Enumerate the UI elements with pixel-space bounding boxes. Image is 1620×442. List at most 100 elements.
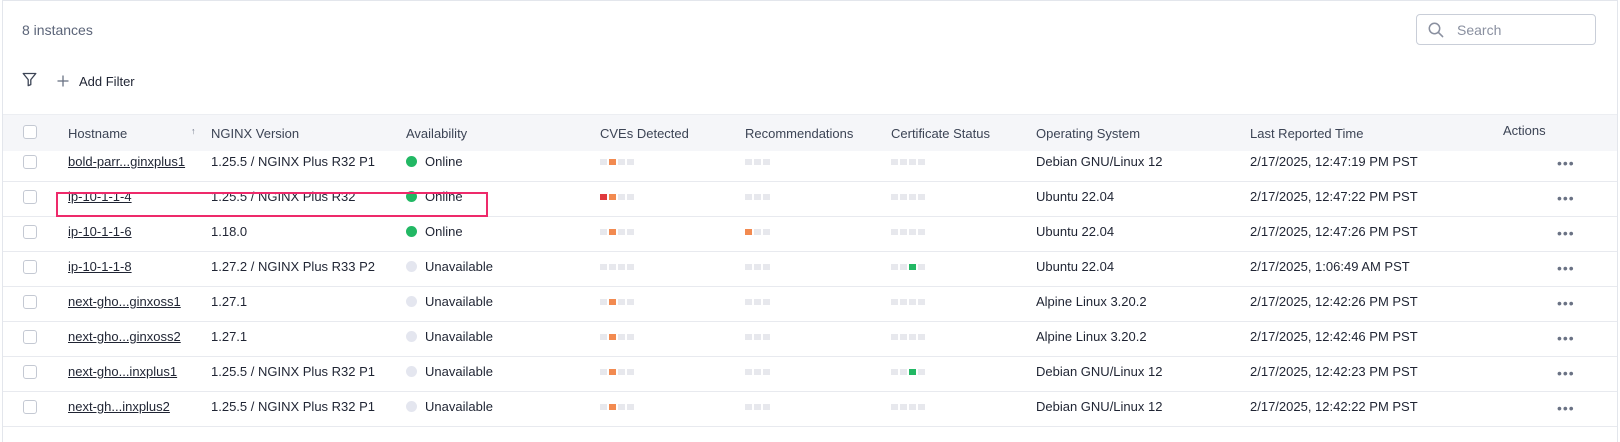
operating-system: Ubuntu 22.04	[1036, 259, 1115, 274]
certificate-status-indicator-segment	[891, 334, 898, 340]
more-actions-icon[interactable]: •••	[1557, 260, 1575, 276]
more-actions-icon[interactable]: •••	[1557, 295, 1575, 311]
row-checkbox[interactable]	[23, 155, 37, 169]
cve-indicator-segment	[627, 159, 634, 165]
recommendations-indicator	[745, 194, 770, 200]
recommendations-indicator-segment	[754, 264, 761, 270]
cve-indicator-segment	[609, 229, 616, 235]
recommendations-indicator-segment	[745, 334, 752, 340]
add-filter-label: Add Filter	[79, 73, 135, 89]
recommendations-indicator-segment	[763, 404, 770, 410]
cve-indicator-segment	[609, 299, 616, 305]
recommendations-indicator-segment	[763, 229, 770, 235]
column-hostname[interactable]: Hostname	[68, 126, 127, 141]
certificate-status-indicator-segment	[909, 299, 916, 305]
column-cves[interactable]: CVEs Detected	[600, 126, 689, 141]
certificate-status-indicator-segment	[918, 404, 925, 410]
certificate-status-indicator	[891, 334, 925, 340]
add-filter-button[interactable]: Add Filter	[56, 72, 135, 90]
table-row: next-gho...inxplus1 1.25.5 / NGINX Plus R…	[3, 355, 1617, 392]
search-input[interactable]	[1457, 15, 1587, 44]
recommendations-indicator-segment	[763, 264, 770, 270]
column-certificate-status[interactable]: Certificate Status	[891, 126, 990, 141]
hostname-link[interactable]: ip-10-1-1-6	[68, 224, 132, 239]
cve-indicator-segment	[609, 404, 616, 410]
column-operating-system[interactable]: Operating System	[1036, 126, 1140, 141]
row-checkbox[interactable]	[23, 400, 37, 414]
row-checkbox[interactable]	[23, 225, 37, 239]
row-checkbox[interactable]	[23, 260, 37, 274]
table-row: bold-parr...ginxplus1 1.25.5 / NGINX Plus…	[3, 145, 1617, 182]
cve-indicator-segment	[627, 334, 634, 340]
certificate-status-indicator-segment	[918, 334, 925, 340]
availability-status-icon	[406, 366, 417, 377]
more-actions-icon[interactable]: •••	[1557, 155, 1575, 171]
filter-icon[interactable]	[22, 72, 37, 87]
sort-ascending-icon[interactable]: ↑	[191, 126, 196, 136]
row-checkbox[interactable]	[23, 295, 37, 309]
more-actions-icon[interactable]: •••	[1557, 400, 1575, 416]
more-actions-icon[interactable]: •••	[1557, 225, 1575, 241]
certificate-status-indicator-segment	[891, 404, 898, 410]
more-actions-icon[interactable]: •••	[1557, 190, 1575, 206]
cve-indicator-segment	[609, 194, 616, 200]
cve-indicator-segment	[609, 159, 616, 165]
more-actions-icon[interactable]: •••	[1557, 330, 1575, 346]
instance-count: 8 instances	[22, 22, 93, 38]
operating-system: Alpine Linux 3.20.2	[1036, 294, 1147, 309]
more-actions-icon[interactable]: •••	[1557, 365, 1575, 381]
cve-indicator	[600, 334, 634, 340]
hostname-link[interactable]: next-gho...ginxoss2	[68, 329, 181, 344]
last-reported-time: 2/17/2025, 12:42:26 PM PST	[1250, 294, 1418, 309]
nginx-version: 1.25.5 / NGINX Plus R32 P1	[211, 364, 376, 379]
table-row: next-gho...ginxoss1 1.27.1 Unavailable Alpi…	[3, 285, 1617, 322]
certificate-status-indicator-segment	[900, 404, 907, 410]
row-checkbox[interactable]	[23, 190, 37, 204]
column-last-reported-time[interactable]: Last Reported Time	[1250, 126, 1363, 141]
hostname-link[interactable]: ip-10-1-1-8	[68, 259, 132, 274]
recommendations-indicator-segment	[754, 194, 761, 200]
certificate-status-indicator-segment	[900, 299, 907, 305]
hostname-link[interactable]: bold-parr...ginxplus1	[68, 154, 185, 169]
search-box[interactable]	[1416, 14, 1596, 45]
cve-indicator-segment	[600, 194, 607, 200]
cve-indicator-segment	[600, 404, 607, 410]
last-reported-time: 2/17/2025, 12:42:46 PM PST	[1250, 329, 1418, 344]
availability-status-icon	[406, 331, 417, 342]
nginx-version: 1.27.1	[211, 294, 248, 309]
search-icon	[1428, 22, 1444, 38]
certificate-status-indicator-segment	[918, 159, 925, 165]
column-recommendations[interactable]: Recommendations	[745, 126, 853, 141]
recommendations-indicator-segment	[763, 159, 770, 165]
recommendations-indicator	[745, 334, 770, 340]
certificate-status-indicator-segment	[918, 194, 925, 200]
operating-system: Alpine Linux 3.20.2	[1036, 329, 1147, 344]
hostname-link[interactable]: next-gho...ginxoss1	[68, 294, 181, 309]
recommendations-indicator-segment	[745, 264, 752, 270]
hostname-link[interactable]: next-gho...inxplus1	[68, 364, 177, 379]
row-checkbox[interactable]	[23, 365, 37, 379]
cve-indicator-segment	[609, 334, 616, 340]
certificate-status-indicator	[891, 404, 925, 410]
nginx-version: 1.25.5 / NGINX Plus R32 P1	[211, 399, 376, 414]
availability-label: Online	[425, 154, 463, 169]
certificate-status-indicator-segment	[918, 369, 925, 375]
availability-label: Online	[425, 224, 463, 239]
nginx-version: 1.18.0	[211, 224, 248, 239]
certificate-status-indicator-segment	[909, 264, 916, 270]
last-reported-time: 2/17/2025, 12:47:19 PM PST	[1250, 154, 1418, 169]
select-all-checkbox[interactable]	[23, 125, 37, 139]
row-checkbox[interactable]	[23, 330, 37, 344]
hostname-link[interactable]: ip-10-1-1-4	[68, 189, 132, 204]
column-nginx-version[interactable]: NGINX Version	[211, 126, 299, 141]
table-row: ip-10-1-1-4 1.25.5 / NGINX Plus R32 Online…	[3, 180, 1617, 217]
column-availability[interactable]: Availability	[406, 126, 467, 141]
nginx-version: 1.27.2 / NGINX Plus R33 P2	[211, 259, 376, 274]
certificate-status-indicator-segment	[891, 229, 898, 235]
cve-indicator-segment	[618, 369, 625, 375]
operating-system: Ubuntu 22.04	[1036, 189, 1115, 204]
last-reported-time: 2/17/2025, 12:47:22 PM PST	[1250, 189, 1418, 204]
availability-status-icon	[406, 226, 417, 237]
certificate-status-indicator-segment	[900, 229, 907, 235]
hostname-link[interactable]: next-gh...inxplus2	[68, 399, 170, 414]
